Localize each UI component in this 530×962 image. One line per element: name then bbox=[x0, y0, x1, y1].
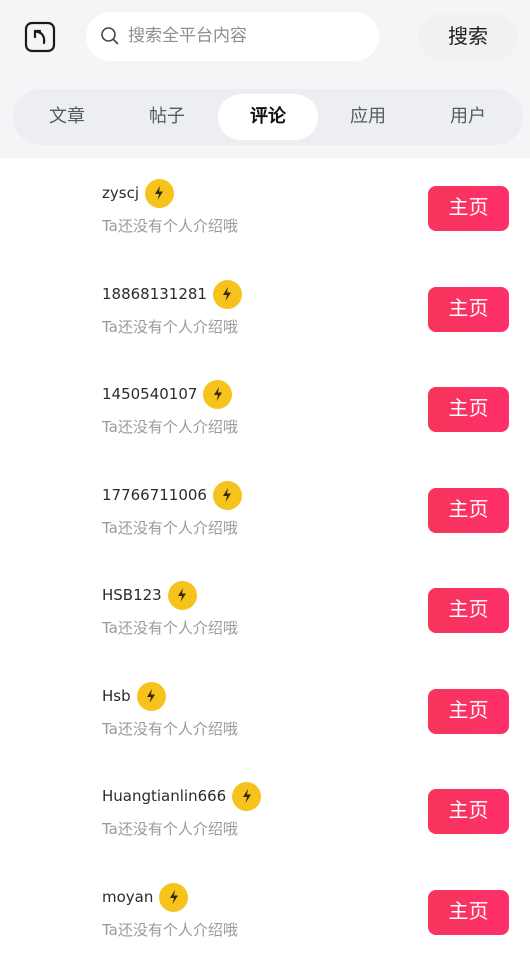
name-line: 18868131281 bbox=[102, 279, 242, 309]
lightning-icon bbox=[232, 781, 262, 811]
back-arrow-icon bbox=[24, 21, 56, 53]
home-button[interactable]: 主页 bbox=[428, 287, 509, 332]
name-line: zyscj bbox=[102, 178, 174, 208]
list-item: Huangtianlin666 Ta还没有个人介绍哦 主页 bbox=[0, 761, 530, 861]
user-bio: Ta还没有个人介绍哦 bbox=[102, 318, 238, 336]
list-item: zyscj Ta还没有个人介绍哦 主页 bbox=[0, 158, 530, 258]
username: Huangtianlin666 bbox=[102, 787, 227, 805]
name-line: 1450540107 bbox=[102, 379, 233, 409]
username: 1450540107 bbox=[102, 385, 198, 403]
username: HSB123 bbox=[102, 586, 162, 604]
home-button[interactable]: 主页 bbox=[428, 789, 509, 834]
user-bio: Ta还没有个人介绍哦 bbox=[102, 217, 238, 235]
username: 17766711006 bbox=[102, 486, 207, 504]
back-button[interactable] bbox=[24, 21, 56, 53]
search-icon bbox=[101, 27, 119, 45]
tab-apps[interactable]: 应用 bbox=[318, 94, 418, 140]
user-bio: Ta还没有个人介绍哦 bbox=[102, 820, 238, 838]
name-line: HSB123 bbox=[102, 580, 197, 610]
lightning-icon bbox=[203, 379, 233, 409]
home-button[interactable]: 主页 bbox=[428, 186, 509, 231]
username: 18868131281 bbox=[102, 285, 207, 303]
list-item: HSB123 Ta还没有个人介绍哦 主页 bbox=[0, 560, 530, 660]
tab-comments[interactable]: 评论 bbox=[218, 94, 318, 140]
home-button[interactable]: 主页 bbox=[428, 588, 509, 633]
list-item: Hsb Ta还没有个人介绍哦 主页 bbox=[0, 661, 530, 761]
home-button[interactable]: 主页 bbox=[428, 387, 509, 432]
tab-users[interactable]: 用户 bbox=[418, 94, 518, 140]
user-bio: Ta还没有个人介绍哦 bbox=[102, 619, 238, 637]
home-button[interactable]: 主页 bbox=[428, 890, 509, 935]
list-item: 18868131281 Ta还没有个人介绍哦 主页 bbox=[0, 259, 530, 359]
lightning-icon bbox=[212, 279, 242, 309]
username: Hsb bbox=[102, 687, 131, 705]
search-input[interactable]: 搜索全平台内容 bbox=[86, 12, 379, 61]
name-line: moyan bbox=[102, 882, 189, 912]
category-tabs: 文章 帖子 评论 应用 用户 bbox=[13, 89, 523, 145]
lightning-icon bbox=[144, 178, 174, 208]
lightning-icon bbox=[167, 580, 197, 610]
lightning-icon bbox=[136, 681, 166, 711]
tab-articles[interactable]: 文章 bbox=[17, 94, 117, 140]
lightning-icon bbox=[159, 882, 189, 912]
name-line: Hsb bbox=[102, 681, 166, 711]
search-placeholder: 搜索全平台内容 bbox=[128, 26, 247, 46]
top-bar: 搜索全平台内容 搜索 文章 帖子 评论 应用 用户 bbox=[0, 0, 530, 158]
list-item: 17766711006 Ta还没有个人介绍哦 主页 bbox=[0, 460, 530, 560]
name-line: Huangtianlin666 bbox=[102, 781, 262, 811]
username: zyscj bbox=[102, 184, 139, 202]
list-item: moyan Ta还没有个人介绍哦 主页 bbox=[0, 862, 530, 962]
home-button[interactable]: 主页 bbox=[428, 488, 509, 533]
tab-posts[interactable]: 帖子 bbox=[117, 94, 217, 140]
home-button[interactable]: 主页 bbox=[428, 689, 509, 734]
user-bio: Ta还没有个人介绍哦 bbox=[102, 418, 238, 436]
name-line: 17766711006 bbox=[102, 480, 242, 510]
user-bio: Ta还没有个人介绍哦 bbox=[102, 921, 238, 939]
user-bio: Ta还没有个人介绍哦 bbox=[102, 720, 238, 738]
search-button[interactable]: 搜索 bbox=[418, 14, 518, 60]
lightning-icon bbox=[212, 480, 242, 510]
list-item: 1450540107 Ta还没有个人介绍哦 主页 bbox=[0, 359, 530, 459]
username: moyan bbox=[102, 888, 154, 906]
user-bio: Ta还没有个人介绍哦 bbox=[102, 519, 238, 537]
